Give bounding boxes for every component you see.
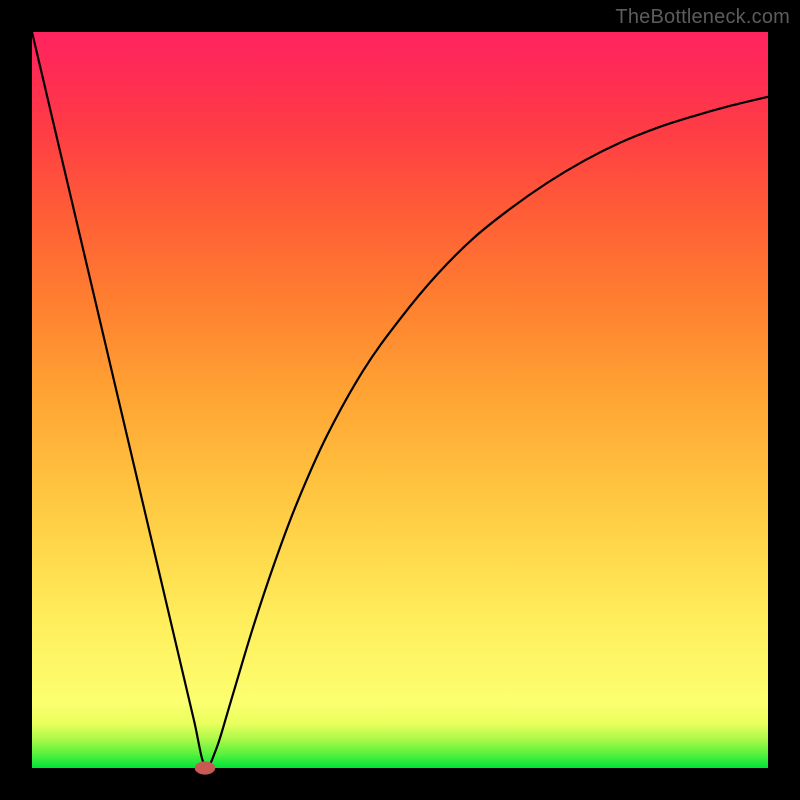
chart-frame: TheBottleneck.com	[0, 0, 800, 800]
chart-svg	[32, 32, 768, 768]
watermark-text: TheBottleneck.com	[615, 6, 790, 29]
plot-area	[32, 32, 768, 768]
curve-line	[32, 32, 768, 767]
minimum-marker	[195, 761, 216, 774]
